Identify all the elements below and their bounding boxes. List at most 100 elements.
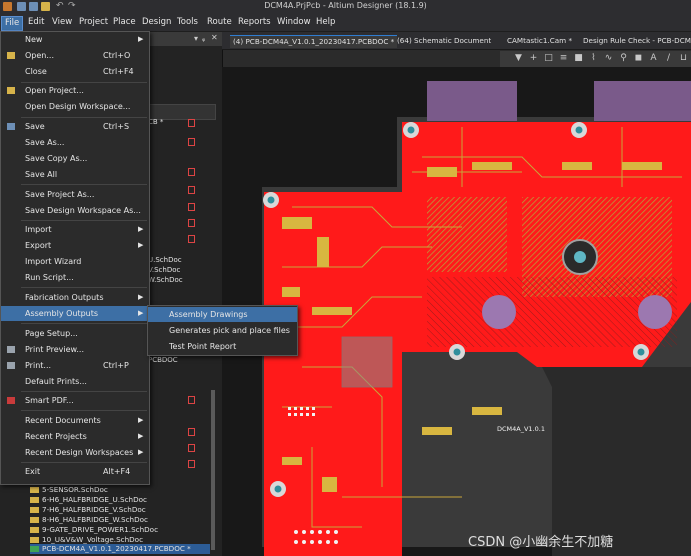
menu-separator — [21, 410, 147, 411]
menu-item-print[interactable]: Print... Ctrl+P — [1, 358, 149, 373]
submenu-item-test-point-report[interactable]: Test Point Report — [148, 339, 297, 354]
tab-pcb-document[interactable]: (4) PCB-DCM4A_V1.0.1_20230417.PCBDOC * — [230, 35, 398, 48]
menu-window[interactable]: Window — [274, 16, 314, 29]
panel-partial-text: CB * — [148, 118, 164, 126]
pdf-icon — [7, 397, 15, 404]
menu-separator — [21, 117, 147, 118]
menu-route[interactable]: Route — [204, 16, 235, 29]
menu-project[interactable]: Project — [76, 16, 111, 29]
menu-item-fabrication-outputs[interactable]: Fabrication Outputs ▶ — [1, 290, 149, 305]
menu-item-assembly-outputs[interactable]: Assembly Outputs ▶ — [1, 306, 149, 321]
align-icon[interactable]: ≡ — [559, 54, 568, 63]
tab-design-rule-check[interactable]: Design Rule Check - PCB-DCM4A — [580, 35, 691, 47]
title-bar: ↶ ↷ DCM4A.PrjPcb - Altium Designer (18.1… — [0, 0, 691, 14]
via-icon[interactable]: ⚲ — [619, 54, 628, 63]
panel-menu-icon[interactable]: ▾ — [194, 34, 198, 43]
schematic-file-icon — [30, 517, 39, 523]
menu-item-recent-documents[interactable]: Recent Documents ▶ — [1, 413, 149, 428]
filter-icon[interactable]: ▼ — [514, 54, 523, 63]
fill-icon[interactable]: ◼ — [634, 54, 643, 63]
file-tree-item[interactable]: 6-H6_HALFBRIDGE_U.SchDoc — [30, 495, 147, 505]
file-tree-item[interactable]: 9-GATE_DRIVE_POWER1.SchDoc — [30, 525, 158, 535]
menu-tools[interactable]: Tools — [174, 16, 201, 29]
watermark: CSDN @小幽余生不加糖 — [468, 535, 614, 550]
menu-item-save-copy-as[interactable]: Save Copy As... — [1, 151, 149, 166]
submenu-item-assembly-drawings[interactable]: Assembly Drawings — [148, 307, 297, 322]
modified-marker-icon — [188, 235, 195, 243]
menu-reports[interactable]: Reports — [235, 16, 274, 29]
modified-marker-icon — [188, 460, 195, 468]
text-icon[interactable]: A — [649, 54, 658, 63]
submenu-arrow-icon: ▶ — [138, 293, 144, 301]
crosshair-icon[interactable]: + — [529, 54, 538, 63]
menu-item-import[interactable]: Import ▶ — [1, 222, 149, 237]
tab-schematic-document[interactable]: (64) Schematic Document — [394, 35, 494, 47]
menu-item-recent-workspaces[interactable]: Recent Design Workspaces ▶ — [1, 445, 149, 460]
panel-partial-text: PCBDOC — [148, 356, 178, 364]
panel-scrollbar[interactable] — [211, 390, 215, 550]
select-rect-icon[interactable]: □ — [544, 54, 553, 63]
menu-item-run-script[interactable]: Run Script... — [1, 270, 149, 285]
menu-item-exit[interactable]: Exit Alt+F4 — [1, 464, 149, 479]
diff-pair-icon[interactable]: ∿ — [604, 54, 613, 63]
menu-place[interactable]: Place — [110, 16, 139, 29]
menu-item-open-project[interactable]: Open Project... — [1, 83, 149, 98]
menu-item-open[interactable]: Open... Ctrl+O — [1, 48, 149, 63]
file-menu: New ▶ Open... Ctrl+O Close Ctrl+F4 Open Pro… — [0, 31, 150, 485]
modified-marker-icon — [188, 168, 195, 176]
modified-marker-icon — [188, 138, 195, 146]
submenu-arrow-icon: ▶ — [138, 432, 144, 440]
modified-marker-icon — [188, 186, 195, 194]
submenu-arrow-icon: ▶ — [138, 416, 144, 424]
document-tab-bar: (4) PCB-DCM4A_V1.0.1_20230417.PCBDOC * (… — [222, 32, 691, 50]
menu-item-new[interactable]: New ▶ — [1, 32, 149, 47]
submenu-arrow-icon: ▶ — [138, 35, 144, 43]
submenu-item-pick-and-place[interactable]: Generates pick and place files — [148, 323, 297, 338]
modified-marker-icon — [188, 219, 195, 227]
board-label: DCM4A_V1.0.1 — [497, 425, 545, 433]
menu-item-smart-pdf[interactable]: Smart PDF... — [1, 393, 149, 408]
schematic-file-icon — [30, 487, 39, 493]
save-icon — [7, 123, 15, 130]
schematic-file-icon — [30, 507, 39, 513]
dimension-icon[interactable]: ⊔ — [679, 54, 688, 63]
menu-item-save-all[interactable]: Save All — [1, 167, 149, 182]
menu-item-save-project-as[interactable]: Save Project As... — [1, 187, 149, 202]
project-icon — [7, 87, 15, 94]
modified-marker-icon — [188, 203, 195, 211]
schematic-file-icon — [30, 497, 39, 503]
menu-edit[interactable]: Edit — [25, 16, 47, 29]
panel-pin-icon[interactable]: ᵩ — [202, 34, 205, 43]
menu-item-page-setup[interactable]: Page Setup... — [1, 326, 149, 341]
menu-item-export[interactable]: Export ▶ — [1, 238, 149, 253]
tab-camtastic[interactable]: CAMtastic1.Cam * — [504, 35, 575, 47]
menu-item-save[interactable]: Save Ctrl+S — [1, 119, 149, 134]
print-preview-icon — [7, 346, 15, 353]
menu-item-open-workspace[interactable]: Open Design Workspace... — [1, 99, 149, 114]
route-icon[interactable]: ⌇ — [589, 54, 598, 63]
menu-item-import-wizard[interactable]: Import Wizard — [1, 254, 149, 269]
menu-design[interactable]: Design — [139, 16, 174, 29]
submenu-arrow-icon: ▶ — [138, 225, 144, 233]
submenu-arrow-icon: ▶ — [138, 448, 144, 456]
file-tree-item-pcb[interactable]: PCB-DCM4A_V1.0.1_20230417.PCBDOC * — [30, 544, 191, 554]
line-icon[interactable]: / — [664, 54, 673, 63]
menu-item-close[interactable]: Close Ctrl+F4 — [1, 64, 149, 79]
file-tree-item[interactable]: 7-H6_HALFBRIDGE_V.SchDoc — [30, 505, 146, 515]
menu-view[interactable]: View — [49, 16, 75, 29]
menu-item-print-preview[interactable]: Print Preview... — [1, 342, 149, 357]
panel-partial-text: W.SchDoc — [148, 276, 183, 284]
menu-item-default-prints[interactable]: Default Prints... — [1, 374, 149, 389]
menu-item-recent-projects[interactable]: Recent Projects ▶ — [1, 429, 149, 444]
file-tree-item[interactable]: 8-H6_HALFBRIDGE_W.SchDoc — [30, 515, 148, 525]
menu-help[interactable]: Help — [313, 16, 338, 29]
file-tree-item[interactable]: 5-SENSOR.SchDoc — [30, 485, 108, 495]
menu-item-save-as[interactable]: Save As... — [1, 135, 149, 150]
menu-item-save-workspace-as[interactable]: Save Design Workspace As... — [1, 203, 149, 218]
submenu-arrow-icon: ▶ — [138, 241, 144, 249]
panel-close-icon[interactable]: ✕ — [211, 33, 218, 42]
submenu-arrow-icon: ▶ — [138, 309, 144, 317]
assembly-outputs-submenu: Assembly Drawings Generates pick and pla… — [147, 305, 298, 356]
component-icon[interactable]: ■ — [574, 54, 583, 63]
menu-file[interactable]: File — [1, 16, 24, 31]
